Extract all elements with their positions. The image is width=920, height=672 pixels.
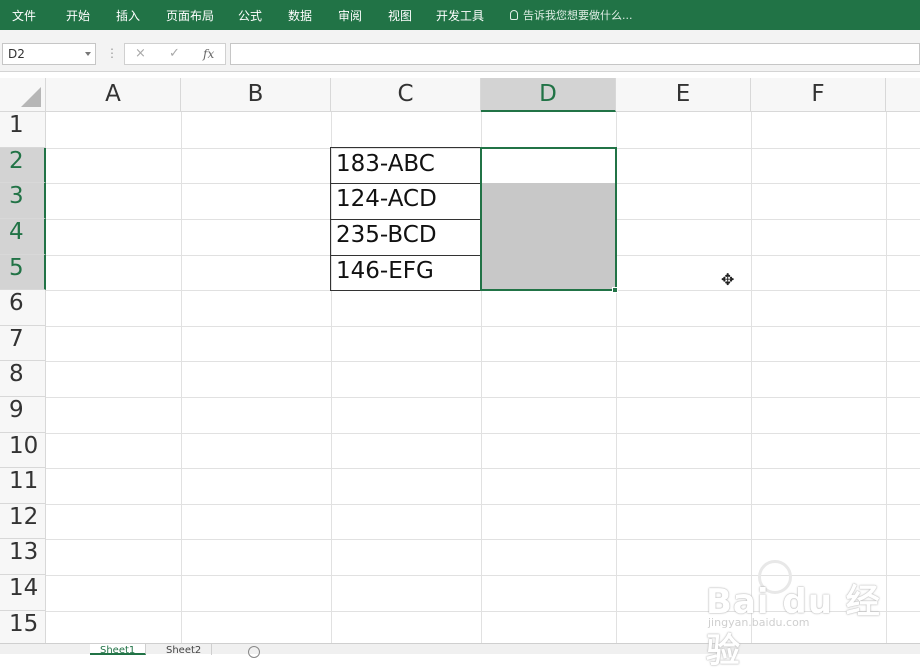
watermark-url: jingyan.baidu.com <box>708 616 810 629</box>
column-header-e[interactable]: E <box>616 78 751 112</box>
selection-box[interactable] <box>480 147 617 291</box>
sheet-tab-2[interactable]: Sheet2 <box>156 644 213 655</box>
sheet-tab-1[interactable]: Sheet1 <box>90 644 147 655</box>
column-header-b[interactable]: B <box>181 78 331 112</box>
row-header-5[interactable]: 5 <box>0 255 46 290</box>
row-header-3[interactable]: 3 <box>0 183 46 219</box>
name-box[interactable]: D2 <box>2 43 96 65</box>
row-header-6[interactable]: 6 <box>0 290 46 326</box>
tab-page-layout[interactable]: 页面布局 <box>166 7 214 24</box>
formula-buttons: × ✓ fx <box>124 43 226 65</box>
row-header-4[interactable]: 4 <box>0 219 46 255</box>
lightbulb-icon <box>510 10 518 20</box>
column-header-next[interactable] <box>886 78 920 112</box>
column-header-c[interactable]: C <box>331 78 481 112</box>
row-header-8[interactable]: 8 <box>0 361 46 397</box>
tell-me-box[interactable]: 告诉我您想要做什么... <box>510 7 633 23</box>
ribbon: 文件 开始 插入 页面布局 公式 数据 审阅 视图 开发工具 告诉我您想要做什么… <box>0 0 920 30</box>
cell-c3[interactable]: 124-ACD <box>331 186 437 212</box>
row-header-11[interactable]: 11 <box>0 468 46 504</box>
enter-icon[interactable]: ✓ <box>169 46 180 61</box>
column-header-d[interactable]: D <box>481 78 616 112</box>
row-header-7[interactable]: 7 <box>0 326 46 361</box>
fill-handle[interactable] <box>612 287 618 293</box>
gridline <box>46 361 920 362</box>
gridline <box>46 504 920 505</box>
select-all-icon <box>21 87 41 107</box>
column-header-a[interactable]: A <box>46 78 181 112</box>
cursor-cross-icon: ✥ <box>721 270 735 289</box>
row-header-14[interactable]: 14 <box>0 575 46 611</box>
tab-insert[interactable]: 插入 <box>116 7 140 24</box>
formula-input[interactable] <box>230 43 920 65</box>
watermark: Bai du 经验 jingyan.baidu.com <box>706 560 906 671</box>
column-header-f[interactable]: F <box>751 78 886 112</box>
cell-c2[interactable]: 183-ABC <box>331 151 435 177</box>
gridline <box>181 112 182 643</box>
chevron-down-icon[interactable] <box>85 52 91 56</box>
cell-c4[interactable]: 235-BCD <box>331 222 437 248</box>
row-header-13[interactable]: 13 <box>0 539 46 575</box>
gridline <box>46 326 920 327</box>
gridline <box>46 539 920 540</box>
tab-home[interactable]: 开始 <box>66 7 90 24</box>
cancel-icon[interactable]: × <box>135 46 146 61</box>
ribbon-collapsed-strip <box>0 30 920 38</box>
tab-view[interactable]: 视图 <box>388 7 412 24</box>
tab-file[interactable]: 文件 <box>12 7 36 24</box>
tab-review[interactable]: 审阅 <box>338 7 362 24</box>
select-all-button[interactable] <box>0 78 46 112</box>
row-header-2[interactable]: 2 <box>0 148 46 183</box>
tab-data[interactable]: 数据 <box>288 7 312 24</box>
row-header-15[interactable]: 15 <box>0 611 46 643</box>
cell-c5[interactable]: 146-EFG <box>331 258 434 284</box>
add-sheet-icon[interactable] <box>248 646 260 658</box>
tell-me-text: 告诉我您想要做什么... <box>523 9 633 22</box>
row-header-9[interactable]: 9 <box>0 397 46 433</box>
row-header-12[interactable]: 12 <box>0 504 46 539</box>
gridline <box>46 433 920 434</box>
gridline <box>46 397 920 398</box>
tab-developer[interactable]: 开发工具 <box>436 7 484 24</box>
formula-bar: D2 ⋮ × ✓ fx <box>0 38 920 72</box>
row-header-1[interactable]: 1 <box>0 112 46 148</box>
gridline <box>46 468 920 469</box>
name-box-value: D2 <box>8 47 25 61</box>
drag-handle-icon[interactable]: ⋮ <box>106 46 118 60</box>
row-header-10[interactable]: 10 <box>0 433 46 468</box>
insert-function-icon[interactable]: fx <box>203 47 214 61</box>
worksheet-grid[interactable]: A B C D E F 1 2 3 4 5 6 7 8 9 10 11 12 1… <box>0 78 920 643</box>
tab-formulas[interactable]: 公式 <box>238 7 262 24</box>
